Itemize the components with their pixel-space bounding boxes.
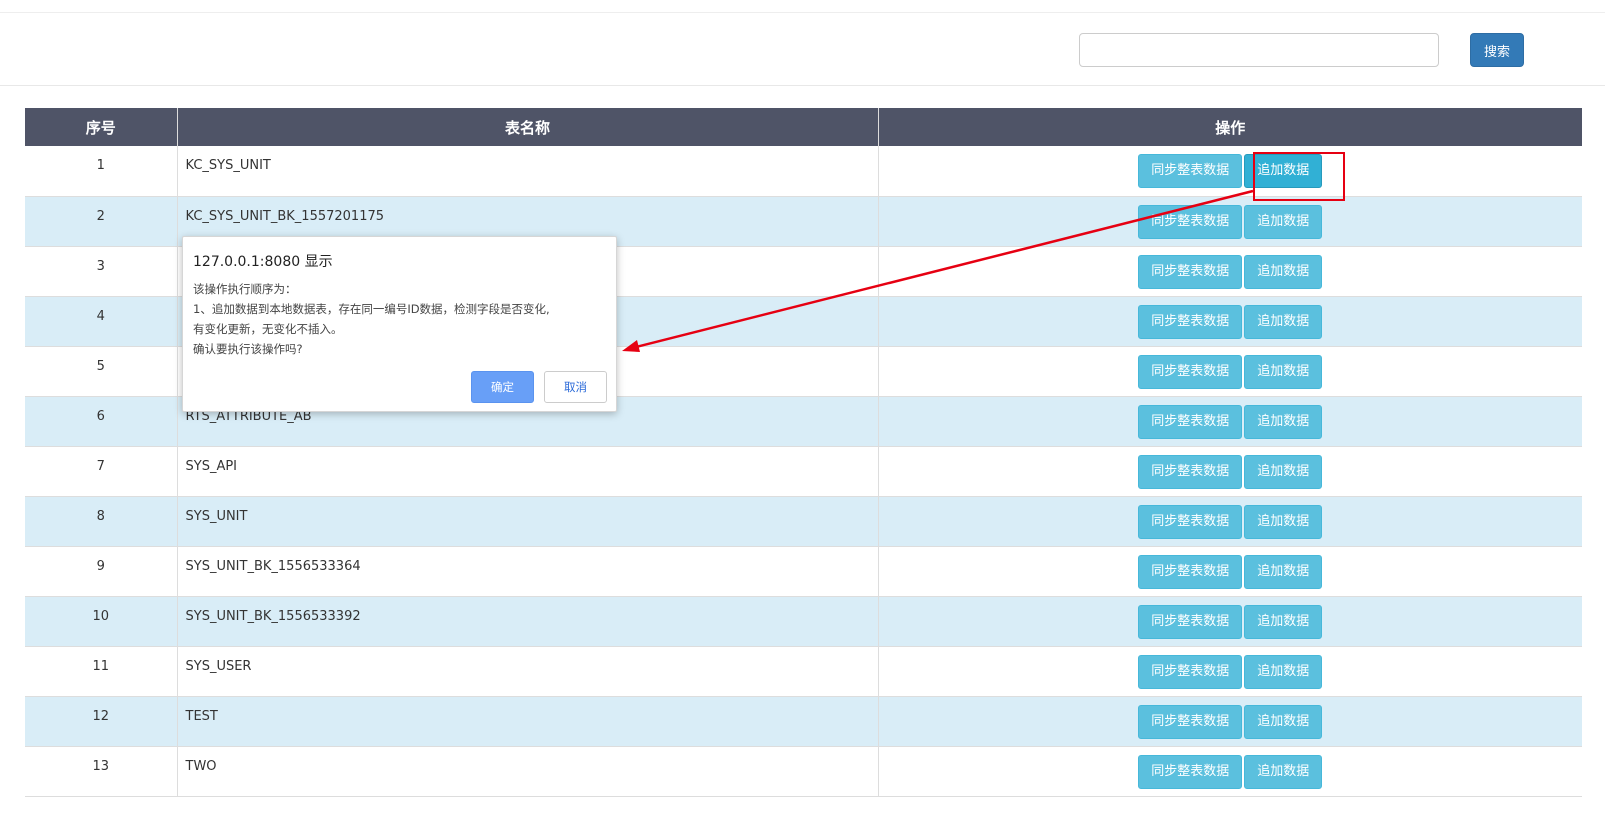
row-number-cell: 1: [25, 146, 178, 197]
actions-cell: 同步整表数据 追加数据: [878, 746, 1582, 797]
row-number-cell: 6: [25, 396, 178, 447]
row-number-cell: 12: [25, 696, 178, 747]
append-data-button[interactable]: 追加数据: [1244, 354, 1323, 389]
table-header: 序号 表名称 操作: [25, 108, 1582, 146]
sync-table-data-button[interactable]: 同步整表数据: [1138, 204, 1243, 239]
actions-cell: 同步整表数据 追加数据: [878, 196, 1582, 247]
actions-cell: 同步整表数据 追加数据: [878, 346, 1582, 397]
table-row: 1 KC_SYS_UNIT 同步整表数据 追加数据: [25, 146, 1582, 197]
toolbar: 搜索: [0, 12, 1605, 86]
row-number-cell: 10: [25, 596, 178, 647]
table-container: 序号 表名称 操作 1 KC_SYS_UNIT 同步整表数据 追加数据 2 KC_SYS_…: [25, 108, 1582, 797]
dialog-message: 该操作执行顺序为： 1、追加数据到本地数据表，存在同一编号ID数据，检测字段是否…: [193, 279, 608, 359]
append-data-button[interactable]: 追加数据: [1244, 254, 1323, 289]
row-number-cell: 7: [25, 446, 178, 497]
table-row: 7 SYS_API 同步整表数据 追加数据: [25, 446, 1582, 497]
confirm-dialog: 127.0.0.1:8080 显示 该操作执行顺序为： 1、追加数据到本地数据表…: [182, 236, 617, 412]
actions-cell: 同步整表数据 追加数据: [878, 146, 1582, 197]
append-data-button[interactable]: 追加数据: [1244, 654, 1323, 689]
append-data-button[interactable]: 追加数据: [1244, 504, 1323, 539]
actions-cell: 同步整表数据 追加数据: [878, 296, 1582, 347]
actions-cell: 同步整表数据 追加数据: [878, 396, 1582, 447]
row-number-cell: 11: [25, 646, 178, 697]
actions-cell: 同步整表数据 追加数据: [878, 546, 1582, 597]
actions-cell: 同步整表数据 追加数据: [878, 596, 1582, 647]
table-name-cell: SYS_UNIT_BK_1556533392: [177, 596, 879, 647]
column-header-actions: 操作: [878, 108, 1582, 146]
actions-cell: 同步整表数据 追加数据: [878, 446, 1582, 497]
dialog-message-line: 有变化更新，无变化不插入。: [193, 322, 343, 336]
sync-table-data-button[interactable]: 同步整表数据: [1138, 604, 1243, 639]
table-name-cell: TWO: [177, 746, 879, 797]
row-number-cell: 3: [25, 246, 178, 297]
table-row: 10 SYS_UNIT_BK_1556533392 同步整表数据 追加数据: [25, 596, 1582, 647]
actions-cell: 同步整表数据 追加数据: [878, 646, 1582, 697]
column-header-no: 序号: [25, 108, 178, 146]
search-button[interactable]: 搜索: [1470, 33, 1524, 67]
append-data-button[interactable]: 追加数据: [1244, 554, 1323, 589]
table-name-cell: TEST: [177, 696, 879, 747]
sync-table-data-button[interactable]: 同步整表数据: [1138, 754, 1243, 789]
dialog-ok-button[interactable]: 确定: [471, 371, 534, 403]
append-data-button[interactable]: 追加数据: [1244, 304, 1323, 339]
table-name-cell: SYS_UNIT_BK_1556533364: [177, 546, 879, 597]
row-number-cell: 8: [25, 496, 178, 547]
column-header-table-name: 表名称: [177, 108, 879, 146]
row-number-cell: 5: [25, 346, 178, 397]
actions-cell: 同步整表数据 追加数据: [878, 496, 1582, 547]
sync-table-data-button[interactable]: 同步整表数据: [1138, 304, 1243, 339]
dialog-cancel-button[interactable]: 取消: [544, 371, 607, 403]
sync-table-data-button[interactable]: 同步整表数据: [1138, 154, 1243, 188]
append-data-button[interactable]: 追加数据: [1244, 704, 1323, 739]
table-name-cell: SYS_UNIT: [177, 496, 879, 547]
row-number-cell: 4: [25, 296, 178, 347]
append-data-button[interactable]: 追加数据: [1244, 454, 1323, 489]
dialog-message-line: 该操作执行顺序为：: [193, 282, 297, 296]
append-data-button[interactable]: 追加数据: [1244, 154, 1323, 188]
row-number-cell: 2: [25, 196, 178, 247]
sync-table-data-button[interactable]: 同步整表数据: [1138, 654, 1243, 689]
table-row: 9 SYS_UNIT_BK_1556533364 同步整表数据 追加数据: [25, 546, 1582, 597]
sync-table-data-button[interactable]: 同步整表数据: [1138, 404, 1243, 439]
table-name-cell: SYS_USER: [177, 646, 879, 697]
data-table: 序号 表名称 操作 1 KC_SYS_UNIT 同步整表数据 追加数据 2 KC_SYS_…: [25, 108, 1582, 797]
sync-table-data-button[interactable]: 同步整表数据: [1138, 354, 1243, 389]
table-name-cell: KC_SYS_UNIT: [177, 146, 879, 197]
append-data-button[interactable]: 追加数据: [1244, 754, 1323, 789]
sync-table-data-button[interactable]: 同步整表数据: [1138, 254, 1243, 289]
actions-cell: 同步整表数据 追加数据: [878, 696, 1582, 747]
search-input[interactable]: [1079, 33, 1439, 67]
actions-cell: 同步整表数据 追加数据: [878, 246, 1582, 297]
append-data-button[interactable]: 追加数据: [1244, 604, 1323, 639]
row-number-cell: 9: [25, 546, 178, 597]
table-row: 13 TWO 同步整表数据 追加数据: [25, 746, 1582, 797]
sync-table-data-button[interactable]: 同步整表数据: [1138, 704, 1243, 739]
table-row: 11 SYS_USER 同步整表数据 追加数据: [25, 646, 1582, 697]
sync-table-data-button[interactable]: 同步整表数据: [1138, 504, 1243, 539]
dialog-message-line: 确认要执行该操作吗?: [193, 342, 303, 356]
table-name-cell: SYS_API: [177, 446, 879, 497]
page: 搜索 序号 表名称 操作 1 KC_SYS_UNIT 同步整表数据 追加数据 2 KC_S…: [0, 0, 1605, 813]
row-number-cell: 13: [25, 746, 178, 797]
append-data-button[interactable]: 追加数据: [1244, 204, 1323, 239]
dialog-message-line: 1、追加数据到本地数据表，存在同一编号ID数据，检测字段是否变化,: [193, 302, 550, 316]
sync-table-data-button[interactable]: 同步整表数据: [1138, 554, 1243, 589]
sync-table-data-button[interactable]: 同步整表数据: [1138, 454, 1243, 489]
table-row: 12 TEST 同步整表数据 追加数据: [25, 696, 1582, 747]
table-row: 8 SYS_UNIT 同步整表数据 追加数据: [25, 496, 1582, 547]
dialog-title: 127.0.0.1:8080 显示: [193, 254, 333, 270]
append-data-button[interactable]: 追加数据: [1244, 404, 1323, 439]
